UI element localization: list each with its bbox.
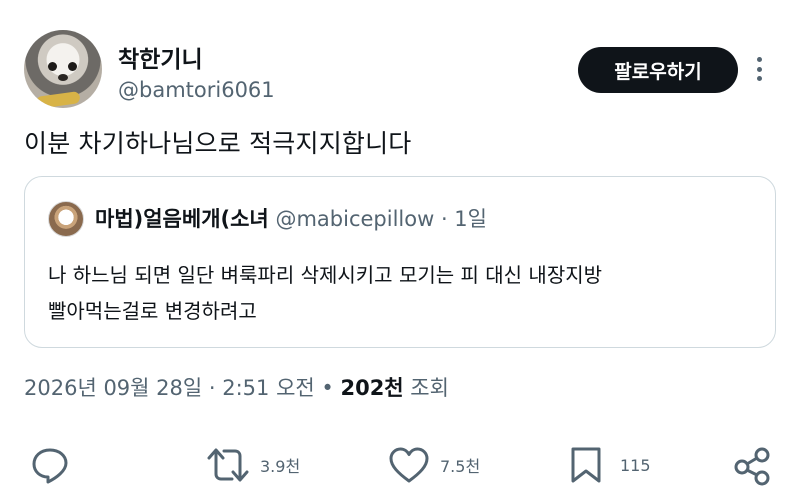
avatar-eye-left xyxy=(48,62,57,71)
bookmark-count: 115 xyxy=(620,455,651,475)
quoted-author-avatar[interactable] xyxy=(48,201,84,237)
more-options-icon[interactable] xyxy=(752,54,766,84)
follow-button[interactable]: 팔로우하기 xyxy=(578,47,738,93)
tweet-header: 착한기니 @bamtori6061 팔로우하기 xyxy=(24,28,776,108)
quoted-tweet[interactable]: 마법)얼음베개(소녀 @mabicepillow · 1일 나 하느님 되면 일… xyxy=(24,176,776,348)
tweet-text: 이분 차기하나님으로 적극지지합니다 xyxy=(24,129,412,158)
avatar-bandana xyxy=(35,90,81,108)
tweet-date[interactable]: 2026년 09월 28일 xyxy=(24,376,202,400)
quoted-author-handle: @mabicepillow · 1일 xyxy=(275,207,487,231)
avatar-eye-right xyxy=(68,62,77,71)
author-avatar[interactable] xyxy=(24,30,102,108)
bookmark-button[interactable]: 115 xyxy=(568,446,651,484)
author-handle[interactable]: @bamtori6061 xyxy=(118,78,275,102)
quoted-text-line: 나 하느님 되면 일단 벼룩파리 삭제시키고 모기는 피 대신 내장지방 xyxy=(48,263,603,287)
like-button[interactable]: 7.5천 xyxy=(388,446,480,484)
avatar-nose xyxy=(58,74,68,81)
reply-icon xyxy=(32,448,68,484)
quoted-author-name[interactable]: 마법)얼음베개(소녀 xyxy=(95,207,269,231)
quoted-tweet-header: 마법)얼음베개(소녀 @mabicepillow · 1일 xyxy=(95,203,487,233)
bookmark-icon xyxy=(571,447,601,483)
views-label: 조회 xyxy=(403,376,449,400)
author-display-name[interactable]: 착한기니 xyxy=(118,40,203,74)
quoted-time: 1일 xyxy=(454,207,487,231)
action-bar: 3.9천 7.5천 115 xyxy=(24,440,776,490)
tweet-time[interactable]: 2:51 오전 xyxy=(222,376,314,400)
retweet-button[interactable]: 3.9천 xyxy=(206,446,300,484)
like-count: 7.5천 xyxy=(440,457,481,476)
heart-icon xyxy=(389,447,429,483)
share-icon xyxy=(734,447,770,486)
share-button[interactable] xyxy=(732,446,772,486)
views-count: 202천 xyxy=(340,376,404,400)
tweet-meta: 2026년 09월 28일 · 2:51 오전 • 202천 조회 xyxy=(24,376,449,400)
reply-button[interactable] xyxy=(30,446,70,484)
retweet-icon xyxy=(207,448,249,482)
quoted-tweet-text: 나 하느님 되면 일단 벼룩파리 삭제시키고 모기는 피 대신 내장지방 빨아먹… xyxy=(48,257,602,329)
quoted-text-line: 빨아먹는걸로 변경하려고 xyxy=(48,299,257,323)
retweet-count: 3.9천 xyxy=(260,457,301,476)
